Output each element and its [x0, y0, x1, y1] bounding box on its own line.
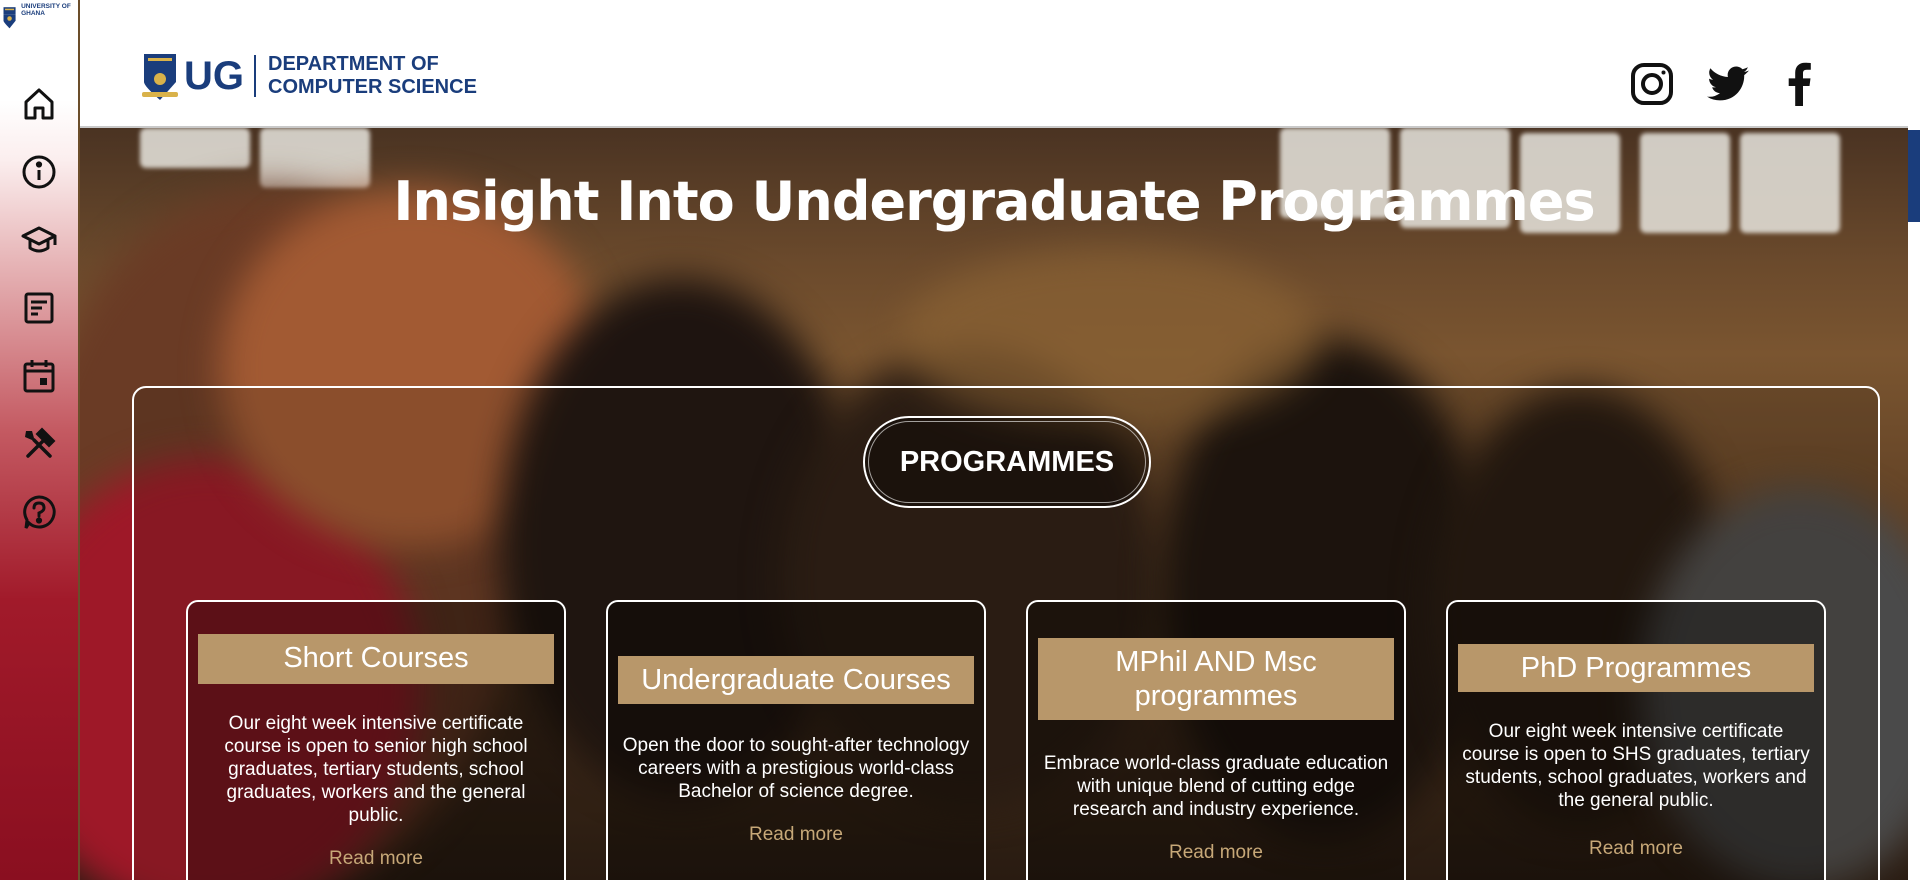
home-icon[interactable]: [19, 84, 59, 124]
hero-title: Insight Into Undergraduate Programmes: [393, 170, 1595, 233]
card-undergraduate-courses[interactable]: Undergraduate Courses Open the door to s…: [606, 600, 986, 880]
programmes-heading-button[interactable]: PROGRAMMES: [863, 416, 1151, 508]
card-description: Our eight week intensive certificate cou…: [224, 713, 528, 826]
right-edge-strip: [1908, 0, 1920, 880]
department-line-1: DEPARTMENT OF: [268, 53, 439, 75]
card-short-courses[interactable]: Short Courses Our eight week intensive c…: [186, 600, 566, 880]
brand-divider: [254, 55, 256, 97]
card-mphil-msc-programmes[interactable]: MPhil AND Msc programmes Embrace world-c…: [1026, 600, 1406, 880]
card-phd-programmes[interactable]: PhD Programmes Our eight week intensive …: [1446, 600, 1826, 880]
hero-section: Insight Into Undergraduate Programmes PR…: [80, 128, 1908, 880]
card-description: Our eight week intensive certificate cou…: [1462, 721, 1810, 811]
crest-icon: [3, 7, 16, 29]
department-name: DEPARTMENT OF COMPUTER SCIENCE: [268, 53, 477, 99]
facebook-icon[interactable]: [1774, 58, 1826, 110]
crest-icon: [142, 54, 178, 100]
brand-ug-text: UG: [184, 53, 244, 98]
instagram-icon[interactable]: [1626, 58, 1678, 110]
help-icon[interactable]: [19, 492, 59, 532]
department-logo[interactable]: UG DEPARTMENT OF COMPUTER SCIENCE: [142, 52, 477, 100]
university-logo[interactable]: UNIVERSITY OF GHANA: [2, 2, 78, 36]
tools-icon[interactable]: [19, 424, 59, 464]
sidebar-nav: UNIVERSITY OF GHANA: [0, 0, 80, 880]
university-logo-text: UNIVERSITY OF GHANA: [21, 3, 71, 17]
graduation-cap-icon[interactable]: [19, 220, 59, 260]
card-title: Short Courses: [198, 634, 554, 684]
info-icon[interactable]: [19, 152, 59, 192]
read-more-link[interactable]: Read more: [1028, 842, 1404, 864]
card-title: PhD Programmes: [1458, 644, 1814, 692]
card-description: Open the door to sought-after technology…: [622, 735, 970, 802]
twitter-icon[interactable]: [1702, 58, 1754, 110]
bg-window: [140, 128, 250, 168]
read-more-link[interactable]: Read more: [188, 848, 564, 870]
calendar-icon[interactable]: [19, 356, 59, 396]
department-line-2: COMPUTER SCIENCE: [268, 76, 477, 98]
document-icon[interactable]: [19, 288, 59, 328]
read-more-link[interactable]: Read more: [608, 824, 984, 846]
card-description: Embrace world-class graduate education w…: [1043, 753, 1389, 820]
top-header: UG DEPARTMENT OF COMPUTER SCIENCE: [80, 0, 1908, 128]
read-more-link[interactable]: Read more: [1448, 838, 1824, 860]
card-title: Undergraduate Courses: [618, 656, 974, 704]
card-title: MPhil AND Msc programmes: [1038, 638, 1394, 720]
right-accent-bar: [1908, 130, 1920, 222]
